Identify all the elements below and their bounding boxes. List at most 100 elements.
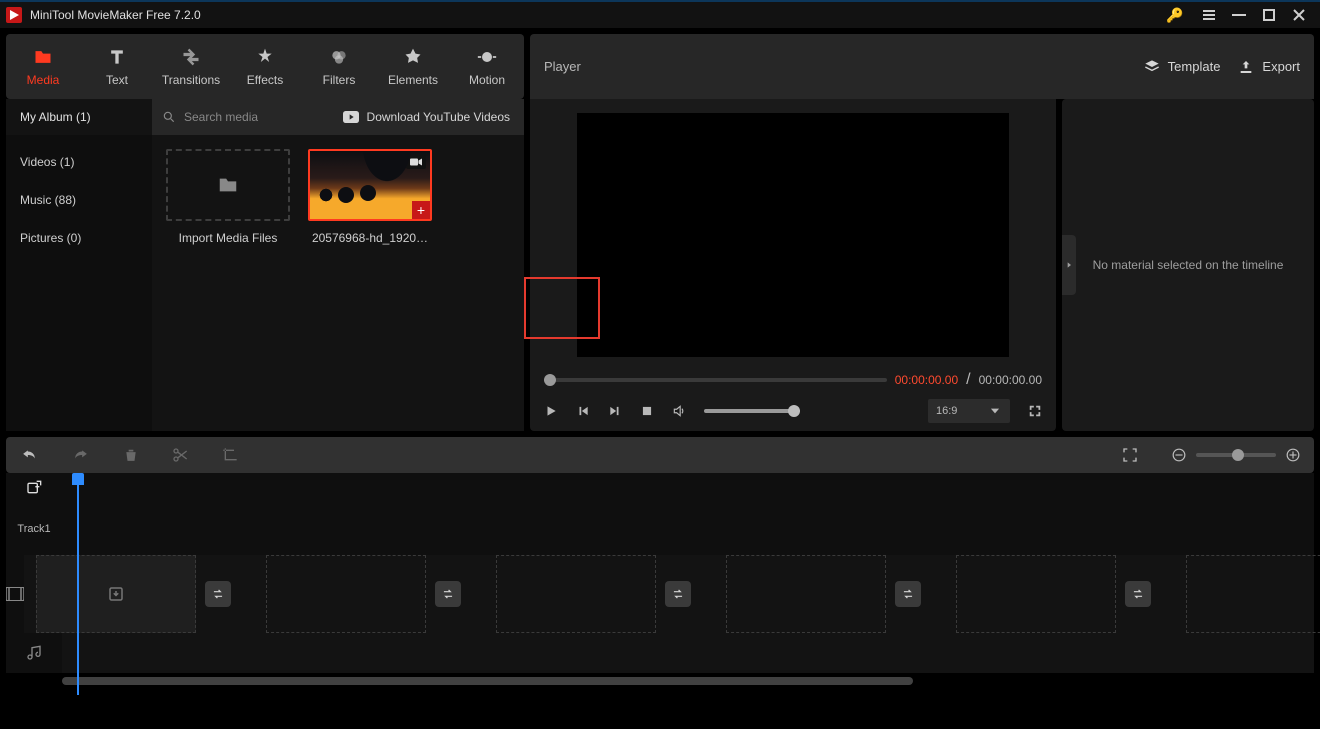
add-track-button[interactable] bbox=[6, 473, 62, 503]
zoom-out-button[interactable] bbox=[1172, 448, 1186, 462]
ribbon-tabs: Media Text Transitions Effects Filters E… bbox=[6, 34, 524, 99]
play-button[interactable] bbox=[544, 404, 558, 418]
unlock-icon[interactable]: 🔑 bbox=[1160, 1, 1190, 29]
tab-motion[interactable]: Motion bbox=[450, 34, 524, 99]
download-youtube-label: Download YouTube Videos bbox=[367, 110, 510, 124]
app-logo-icon bbox=[6, 7, 22, 23]
clip-slot[interactable] bbox=[36, 555, 196, 633]
folder-icon bbox=[33, 47, 53, 67]
next-frame-button[interactable] bbox=[608, 404, 622, 418]
clip-slot[interactable] bbox=[496, 555, 656, 633]
playhead[interactable] bbox=[72, 473, 84, 695]
duration: 00:00:00.00 bbox=[979, 373, 1042, 387]
video-track-header[interactable] bbox=[6, 555, 24, 633]
minimize-button[interactable] bbox=[1224, 1, 1254, 29]
split-button[interactable] bbox=[172, 447, 188, 463]
stop-button[interactable] bbox=[640, 404, 654, 418]
mute-button[interactable] bbox=[672, 404, 686, 418]
chevron-down-icon bbox=[988, 404, 1002, 418]
tab-elements[interactable]: Elements bbox=[376, 34, 450, 99]
close-button[interactable] bbox=[1284, 1, 1314, 29]
zoom-in-button[interactable] bbox=[1286, 448, 1300, 462]
sidebar-item-music[interactable]: Music (88) bbox=[6, 181, 152, 219]
tab-transitions[interactable]: Transitions bbox=[154, 34, 228, 99]
tab-filters[interactable]: Filters bbox=[302, 34, 376, 99]
redo-icon bbox=[72, 448, 90, 462]
film-icon bbox=[6, 587, 24, 601]
tab-text[interactable]: Text bbox=[80, 34, 154, 99]
clip-thumbnail: + bbox=[308, 149, 432, 221]
menu-button[interactable] bbox=[1194, 1, 1224, 29]
media-library: My Album (1) Search media Download YouTu… bbox=[6, 99, 524, 431]
import-media-tile[interactable]: Import Media Files bbox=[166, 149, 290, 245]
timeline-toolbar bbox=[6, 437, 1314, 473]
audio-track-header[interactable] bbox=[6, 633, 62, 673]
app-title: MiniTool MovieMaker Free 7.2.0 bbox=[30, 8, 201, 22]
tab-motion-label: Motion bbox=[469, 73, 505, 87]
album-label[interactable]: My Album (1) bbox=[6, 99, 152, 135]
transition-slot[interactable] bbox=[895, 581, 921, 607]
search-media[interactable]: Search media bbox=[152, 110, 329, 124]
transition-slot[interactable] bbox=[1125, 581, 1151, 607]
transition-slot[interactable] bbox=[205, 581, 231, 607]
export-button[interactable]: Export bbox=[1238, 59, 1300, 75]
fit-timeline-button[interactable] bbox=[1122, 447, 1138, 463]
swap-icon bbox=[901, 587, 915, 601]
tab-effects[interactable]: Effects bbox=[228, 34, 302, 99]
timeline-scrollbar[interactable] bbox=[62, 677, 1314, 689]
sidebar-item-videos[interactable]: Videos (1) bbox=[6, 143, 152, 181]
transition-slot[interactable] bbox=[435, 581, 461, 607]
chevron-right-icon bbox=[1065, 259, 1073, 271]
add-to-timeline-button[interactable]: + bbox=[412, 201, 430, 219]
export-icon bbox=[1238, 59, 1254, 75]
preview-viewport[interactable] bbox=[577, 113, 1009, 357]
clip-slot[interactable] bbox=[266, 555, 426, 633]
redo-button[interactable] bbox=[72, 448, 90, 462]
tab-media[interactable]: Media bbox=[6, 34, 80, 99]
media-clip[interactable]: + 20576968-hd_1920… bbox=[308, 149, 432, 245]
tab-elements-label: Elements bbox=[388, 73, 438, 87]
audio-track bbox=[6, 633, 1314, 673]
add-track-icon bbox=[26, 480, 42, 496]
clip-slot[interactable] bbox=[1186, 555, 1320, 633]
stop-icon bbox=[640, 404, 654, 418]
clip-slot[interactable] bbox=[956, 555, 1116, 633]
crop-button[interactable] bbox=[222, 447, 238, 463]
trash-icon bbox=[124, 447, 138, 463]
ribbon: Media Text Transitions Effects Filters E… bbox=[6, 34, 1314, 99]
crop-icon bbox=[222, 447, 238, 463]
effects-icon bbox=[255, 47, 275, 67]
audio-track-body[interactable] bbox=[62, 633, 1314, 673]
timeline-ruler[interactable] bbox=[62, 473, 1314, 555]
empty-state-text: No material selected on the timeline bbox=[1093, 258, 1284, 272]
delete-button[interactable] bbox=[124, 447, 138, 463]
tab-media-label: Media bbox=[27, 73, 60, 87]
fullscreen-button[interactable] bbox=[1028, 404, 1042, 418]
undo-icon bbox=[20, 448, 38, 462]
video-track bbox=[6, 555, 1314, 633]
tab-text-label: Text bbox=[106, 73, 128, 87]
player-header: Player Template Export bbox=[530, 34, 1314, 99]
import-media-label: Import Media Files bbox=[179, 231, 278, 245]
fullscreen-icon bbox=[1028, 404, 1042, 418]
time-separator: / bbox=[966, 371, 970, 389]
zoom-slider[interactable] bbox=[1196, 453, 1276, 457]
undo-button[interactable] bbox=[20, 448, 38, 462]
tab-transitions-label: Transitions bbox=[162, 73, 220, 87]
template-button[interactable]: Template bbox=[1144, 59, 1221, 75]
video-badge-icon bbox=[406, 155, 426, 169]
maximize-button[interactable] bbox=[1254, 1, 1284, 29]
youtube-icon bbox=[343, 111, 359, 123]
clip-slot[interactable] bbox=[726, 555, 886, 633]
collapse-panel-button[interactable] bbox=[1062, 235, 1076, 295]
timeline: Track1 bbox=[6, 473, 1314, 673]
aspect-ratio-select[interactable]: 16:9 bbox=[928, 399, 1010, 423]
transition-slot[interactable] bbox=[665, 581, 691, 607]
prev-frame-button[interactable] bbox=[576, 404, 590, 418]
volume-slider[interactable] bbox=[704, 409, 800, 413]
sidebar-item-pictures[interactable]: Pictures (0) bbox=[6, 219, 152, 257]
download-youtube-button[interactable]: Download YouTube Videos bbox=[329, 110, 524, 124]
preview-seek-bar[interactable] bbox=[544, 378, 887, 382]
drop-download-icon bbox=[107, 585, 125, 603]
plus-circle-icon bbox=[1286, 448, 1300, 462]
